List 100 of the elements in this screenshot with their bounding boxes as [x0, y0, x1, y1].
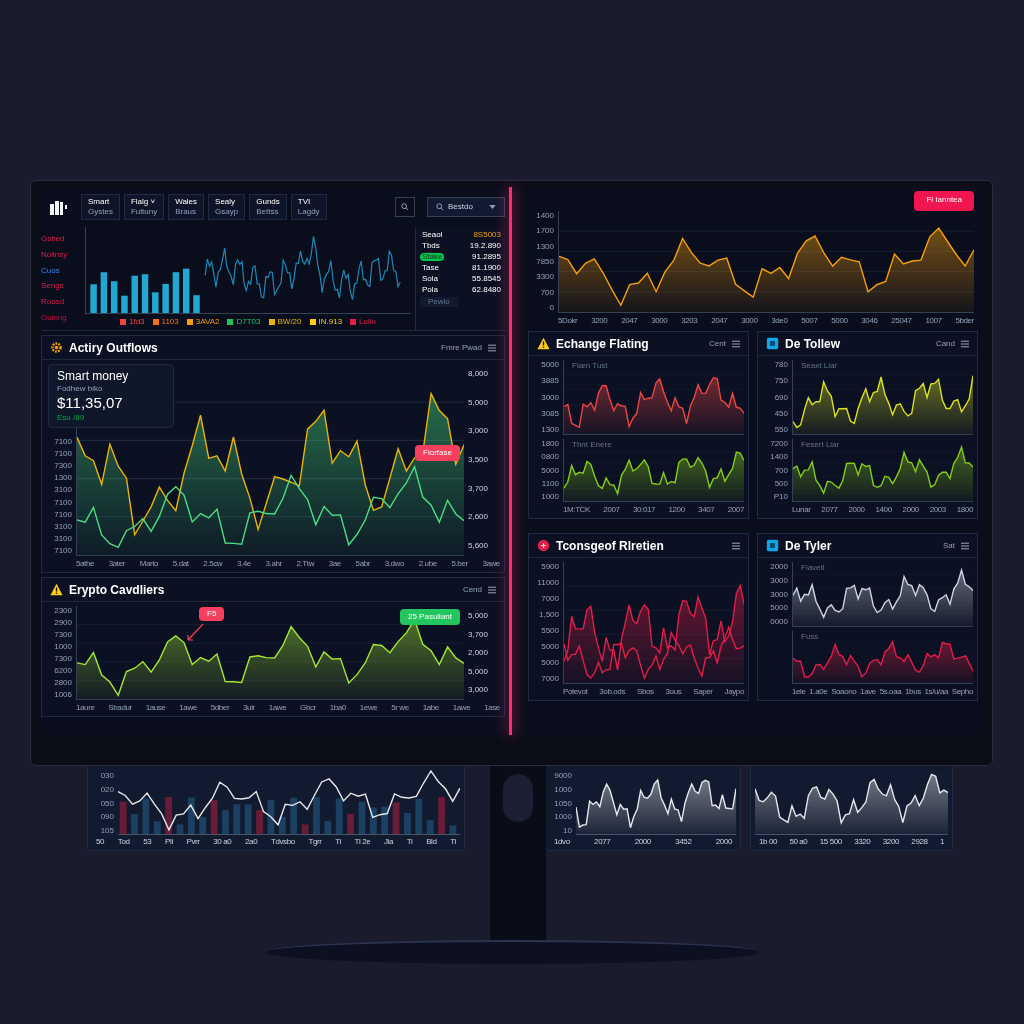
- axis-label: 2000: [715, 838, 732, 846]
- chart-bar: [347, 813, 354, 834]
- axis-label: 2077: [594, 838, 611, 846]
- axis-label: 700: [773, 466, 788, 475]
- nav-item[interactable]: Gunds Bettss: [249, 194, 287, 220]
- chart-bar: [335, 798, 343, 834]
- axis-label: 1,500: [537, 611, 559, 619]
- ticker-value: 19.2.890: [469, 242, 501, 250]
- search-button[interactable]: [395, 197, 415, 217]
- ticker-symbol: Sola: [421, 275, 439, 283]
- axis-label: 1006: [53, 691, 72, 699]
- menu-icon[interactable]: [488, 585, 496, 594]
- nav-item[interactable]: Flalg ˅ Fultuny: [123, 194, 165, 220]
- axis-label: 3200: [591, 317, 608, 325]
- legend-label: 1103: [161, 318, 179, 326]
- chart-bar: [313, 797, 320, 834]
- axis-label: 5dber: [210, 704, 230, 712]
- axis-label: 3300: [535, 273, 554, 282]
- axis-label: 1aure: [76, 704, 95, 712]
- axis-label: Pli: [165, 838, 173, 846]
- axis-label: 1300: [535, 242, 554, 251]
- axis-label: Sepho: [951, 688, 973, 696]
- panel-action[interactable]: Sat: [943, 539, 955, 552]
- axis-label: 2000: [848, 506, 865, 514]
- axis-label: 7300: [53, 462, 72, 471]
- panel-action[interactable]: Cent: [709, 337, 726, 350]
- chart-bar: [176, 824, 184, 834]
- menu-icon[interactable]: [961, 339, 969, 348]
- axis-label: 7100: [53, 450, 72, 459]
- chart-bar: [267, 800, 275, 834]
- axis-label: 5000: [540, 659, 559, 667]
- axis-label: Ti: [406, 838, 413, 846]
- axis-label: 1dvo: [554, 838, 570, 846]
- axis-label: 5,000: [468, 612, 490, 620]
- tile-icon: [766, 337, 779, 350]
- axis-label: 1abe: [422, 704, 439, 712]
- panel-title: De Tyler: [785, 537, 832, 555]
- axis-label: 5000: [540, 466, 559, 475]
- axis-label: 3.dwo: [384, 560, 405, 568]
- axis-label: 1ele: [792, 688, 806, 696]
- axis-label: Jaypo: [724, 688, 744, 696]
- axis-label: 5000: [540, 361, 559, 369]
- panel-action[interactable]: Cend: [462, 583, 482, 596]
- axis-label: 3ulr: [243, 704, 255, 712]
- leader-line: [185, 624, 206, 644]
- chart-bar: [358, 801, 366, 834]
- axis-label: 3200: [882, 838, 899, 846]
- chart-bar: [162, 283, 169, 313]
- axis-label: 3000: [651, 317, 668, 325]
- callout-label: F5: [199, 606, 225, 621]
- axis-label: 3,500: [468, 455, 490, 464]
- axis-label: 2.ube: [418, 560, 437, 568]
- axis-label: 50: [96, 838, 105, 846]
- axis-label: 2.5cw: [203, 560, 223, 568]
- legend-label: 3AVA2: [195, 318, 220, 326]
- panel-action[interactable]: Cand: [935, 337, 955, 350]
- axis-label: 5000: [831, 317, 848, 325]
- panel-title: De Tollew: [785, 335, 841, 353]
- axis-label: 3885: [540, 377, 559, 386]
- axis-label: 2047: [711, 317, 728, 325]
- axis-label: 1awe: [452, 704, 471, 712]
- axis-label: 3,000: [468, 686, 490, 694]
- axis-label: 700: [539, 288, 554, 297]
- chart-bar: [278, 816, 286, 834]
- axis-label: Tgrr: [308, 838, 322, 846]
- nav-item[interactable]: Sealy Gsayp: [208, 194, 246, 220]
- gear-icon: [50, 341, 63, 354]
- warning-icon: [537, 337, 550, 350]
- menu-icon[interactable]: [732, 541, 740, 550]
- axis-label: 5abr: [355, 560, 370, 568]
- chart-caption: Seaxt Liar: [801, 362, 838, 370]
- axis-label: 3ae: [328, 560, 341, 568]
- menu-icon[interactable]: [732, 339, 740, 348]
- ticker-symbol: Tase: [421, 264, 440, 272]
- panel-action[interactable]: Fmre Pwad: [441, 341, 482, 354]
- menu-icon[interactable]: [488, 343, 496, 352]
- axis-label: 2,000: [468, 649, 490, 657]
- axis-label: 50 a0: [789, 838, 808, 846]
- nav-item[interactable]: TVI Lagdy: [290, 194, 327, 220]
- axis-label: 3,700: [468, 630, 490, 639]
- axis-label: 30 a0: [213, 838, 232, 846]
- chart-bar: [100, 272, 108, 313]
- legend-label: BW/20: [277, 318, 302, 326]
- nav-item[interactable]: Wales Braus: [168, 194, 205, 220]
- axis-label: 690: [773, 393, 788, 402]
- chart-bar: [256, 810, 263, 834]
- axis-label: 1.a0e: [809, 688, 828, 696]
- axis-label: Bld: [426, 838, 437, 846]
- axis-label: 1awe: [179, 704, 197, 712]
- axis-label: 105: [99, 827, 114, 835]
- axis-label: 5bder: [955, 317, 974, 325]
- axis-label: 3,000: [468, 427, 490, 436]
- axis-label: 1200: [668, 506, 685, 514]
- axis-label: 1300: [540, 426, 559, 434]
- side-label: Nolinsy: [41, 250, 69, 259]
- nav-item[interactable]: Smart Gystes: [81, 194, 120, 220]
- search-dropdown[interactable]: Bestdo: [427, 197, 505, 217]
- menu-icon[interactable]: [961, 541, 969, 550]
- axis-label: 3100: [53, 534, 72, 543]
- axis-label: Tdvsbo: [270, 838, 295, 846]
